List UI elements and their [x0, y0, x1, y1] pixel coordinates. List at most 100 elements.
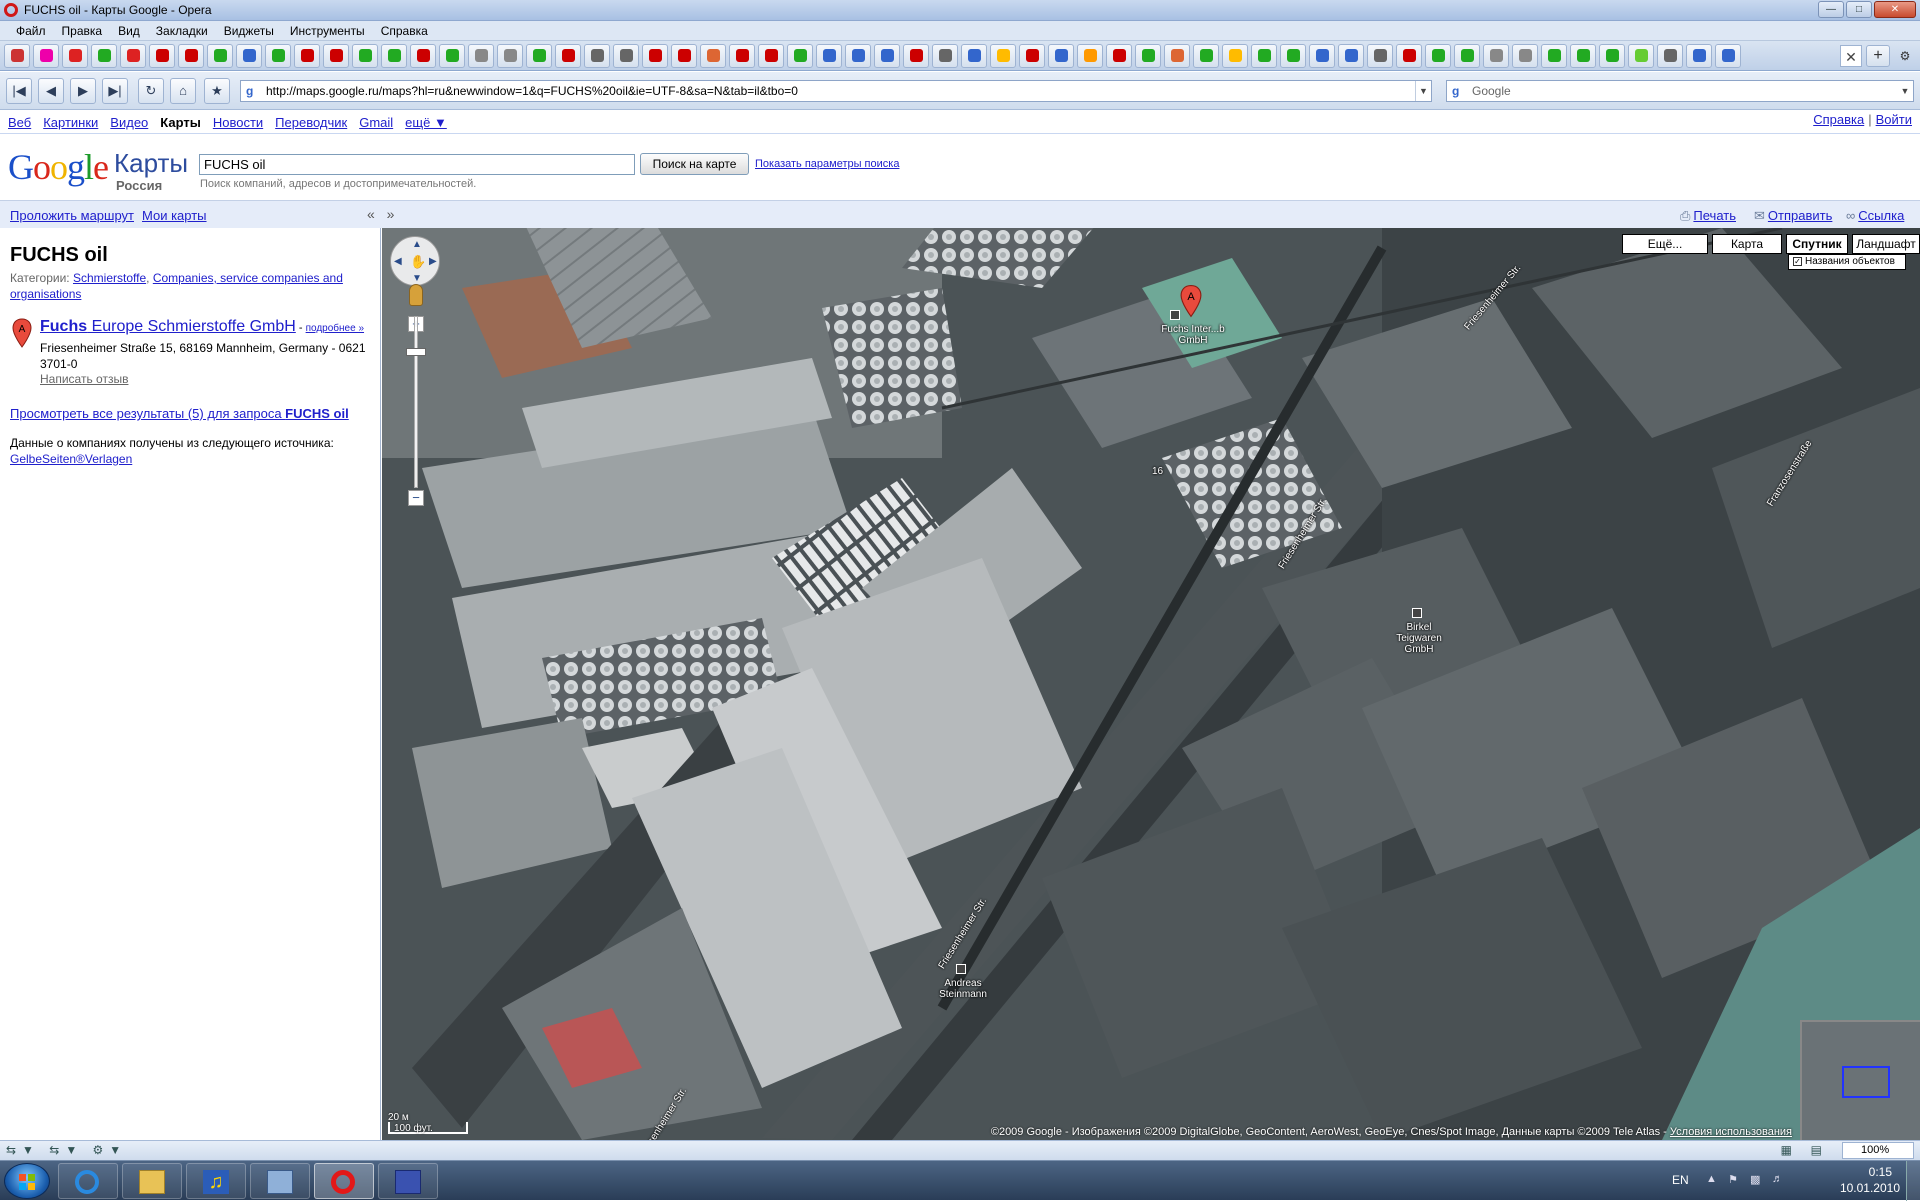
clock-date[interactable]: 10.01.2010	[1840, 1181, 1900, 1195]
browser-tab[interactable]	[1077, 43, 1103, 68]
gbar-translate[interactable]: Переводчик	[275, 115, 347, 130]
home-icon[interactable]: ⌂	[170, 78, 196, 104]
forward-icon[interactable]: ▶	[70, 78, 96, 104]
browser-tab[interactable]	[62, 43, 88, 68]
all-results-link[interactable]: Просмотреть все результаты (5) для запро…	[10, 406, 349, 421]
menu-bookmarks[interactable]: Закладки	[148, 24, 216, 38]
map-marker-a-icon[interactable]: A	[1180, 284, 1202, 318]
close-tab-icon[interactable]: ✕	[1840, 45, 1862, 67]
address-url[interactable]: http://maps.google.ru/maps?hl=ru&newwind…	[266, 84, 798, 98]
labels-checkbox[interactable]: ✓ Названия объектов	[1788, 254, 1906, 270]
browser-tab[interactable]	[1570, 43, 1596, 68]
browser-search-field[interactable]: g Google ▼	[1446, 80, 1914, 102]
send-action[interactable]: ✉ Отправить	[1754, 208, 1832, 224]
overview-viewport[interactable]	[1842, 1066, 1890, 1098]
poi-birkel-icon[interactable]	[1412, 608, 1422, 618]
browser-tab[interactable]	[1135, 43, 1161, 68]
browser-tab[interactable]	[178, 43, 204, 68]
link-action[interactable]: ∞ Ссылка	[1846, 208, 1904, 223]
satellite-map[interactable]: Friesenheimer Str. Friesenheimer Str. Fr…	[382, 228, 1920, 1140]
panel-toggle-icon[interactable]: ▦	[1781, 1143, 1792, 1157]
result-name-link[interactable]: Fuchs Europe Schmierstoffe GmbH	[40, 318, 296, 335]
address-bar[interactable]: g http://maps.google.ru/maps?hl=ru&newwi…	[240, 80, 1432, 102]
browser-tab[interactable]	[671, 43, 697, 68]
write-review-link[interactable]: Написать отзыв	[40, 372, 128, 386]
category-link-schmierstoffe[interactable]: Schmierstoffe	[73, 271, 146, 285]
pan-left-icon[interactable]: ◀	[394, 256, 402, 267]
fast-forward-icon[interactable]: ▶|	[102, 78, 128, 104]
maximize-button[interactable]: □	[1846, 1, 1872, 18]
browser-tab[interactable]	[1309, 43, 1335, 68]
taskbar-ie[interactable]	[58, 1163, 118, 1199]
overview-map[interactable]	[1800, 1020, 1920, 1140]
browser-tab[interactable]	[1338, 43, 1364, 68]
google-logo[interactable]: Google	[8, 146, 109, 188]
browser-tab[interactable]	[1251, 43, 1277, 68]
google-search-engine-icon[interactable]: g	[1452, 84, 1466, 98]
back-icon[interactable]: ◀	[38, 78, 64, 104]
menu-help[interactable]: Справка	[373, 24, 436, 38]
clock-time[interactable]: 0:15	[1869, 1165, 1892, 1179]
browser-tab[interactable]	[120, 43, 146, 68]
browser-tab[interactable]	[1106, 43, 1132, 68]
browser-tab[interactable]	[1367, 43, 1393, 68]
browser-tab[interactable]	[236, 43, 262, 68]
zoom-level[interactable]: 100%	[1842, 1142, 1914, 1159]
zoom-control[interactable]: + −	[406, 284, 426, 508]
poi-label-fuchs[interactable]: Fuchs Inter...b GmbH	[1148, 324, 1238, 346]
browser-tab[interactable]	[816, 43, 842, 68]
browser-tab[interactable]	[700, 43, 726, 68]
browser-tab[interactable]	[845, 43, 871, 68]
gbar-web[interactable]: Веб	[8, 115, 31, 130]
link-link[interactable]: Ссылка	[1858, 208, 1904, 223]
rewind-icon[interactable]: |◀	[6, 78, 32, 104]
gbar-gmail[interactable]: Gmail	[359, 115, 393, 130]
hand-icon[interactable]: ✋	[410, 254, 426, 270]
show-desktop-button[interactable]	[1906, 1161, 1920, 1201]
zoom-slider-handle[interactable]	[406, 348, 426, 356]
map-type-map-button[interactable]: Карта	[1712, 234, 1782, 254]
browser-tab[interactable]	[990, 43, 1016, 68]
browser-tab[interactable]	[787, 43, 813, 68]
browser-tab[interactable]	[1396, 43, 1422, 68]
browser-tab[interactable]	[1483, 43, 1509, 68]
browser-tab[interactable]	[497, 43, 523, 68]
browser-tab[interactable]	[1425, 43, 1451, 68]
send-link[interactable]: Отправить	[1768, 208, 1832, 223]
zoom-slider-track[interactable]	[414, 316, 418, 488]
browser-tab[interactable]	[1628, 43, 1654, 68]
browser-tab[interactable]	[294, 43, 320, 68]
map-type-satellite-button[interactable]: Спутник	[1786, 234, 1848, 254]
pegman-icon[interactable]	[409, 284, 423, 306]
browser-tab[interactable]	[1686, 43, 1712, 68]
wand-icon[interactable]: ★	[204, 78, 230, 104]
search-dropdown-icon[interactable]: ▼	[1897, 81, 1913, 101]
browser-tab[interactable]	[352, 43, 378, 68]
my-maps-link[interactable]: Мои карты	[142, 208, 207, 223]
browser-tab[interactable]	[613, 43, 639, 68]
browser-tab[interactable]	[1019, 43, 1045, 68]
search-options-link[interactable]: Показать параметры поиска	[755, 158, 899, 170]
address-dropdown-icon[interactable]: ▼	[1415, 81, 1431, 101]
browser-tab[interactable]	[1222, 43, 1248, 68]
gbar-news[interactable]: Новости	[213, 115, 263, 130]
print-link[interactable]: Печать	[1693, 208, 1736, 223]
browser-tab[interactable]	[410, 43, 436, 68]
map-type-more-button[interactable]: Ещё...	[1622, 234, 1708, 254]
tray-expand-icon[interactable]: ▲	[1706, 1173, 1717, 1185]
tab-menu-icon[interactable]: ⚙	[1894, 45, 1916, 67]
menu-file[interactable]: Файл	[8, 24, 54, 38]
result-marker-a-icon[interactable]: A	[12, 318, 32, 348]
minimize-button[interactable]: —	[1818, 1, 1844, 18]
search-map-button[interactable]: Поиск на карте	[640, 153, 749, 175]
browser-tab[interactable]	[323, 43, 349, 68]
terms-link[interactable]: Условия использования	[1670, 1126, 1792, 1138]
result-more-link[interactable]: подробнее »	[306, 323, 364, 334]
poi-fuchs-icon[interactable]	[1170, 310, 1180, 320]
browser-tab[interactable]	[91, 43, 117, 68]
browser-tab[interactable]	[1048, 43, 1074, 68]
browser-tab[interactable]	[874, 43, 900, 68]
gbar-video[interactable]: Видео	[110, 115, 148, 130]
flag-icon[interactable]: ⚑	[1728, 1173, 1738, 1186]
help-link[interactable]: Справка	[1813, 112, 1864, 127]
